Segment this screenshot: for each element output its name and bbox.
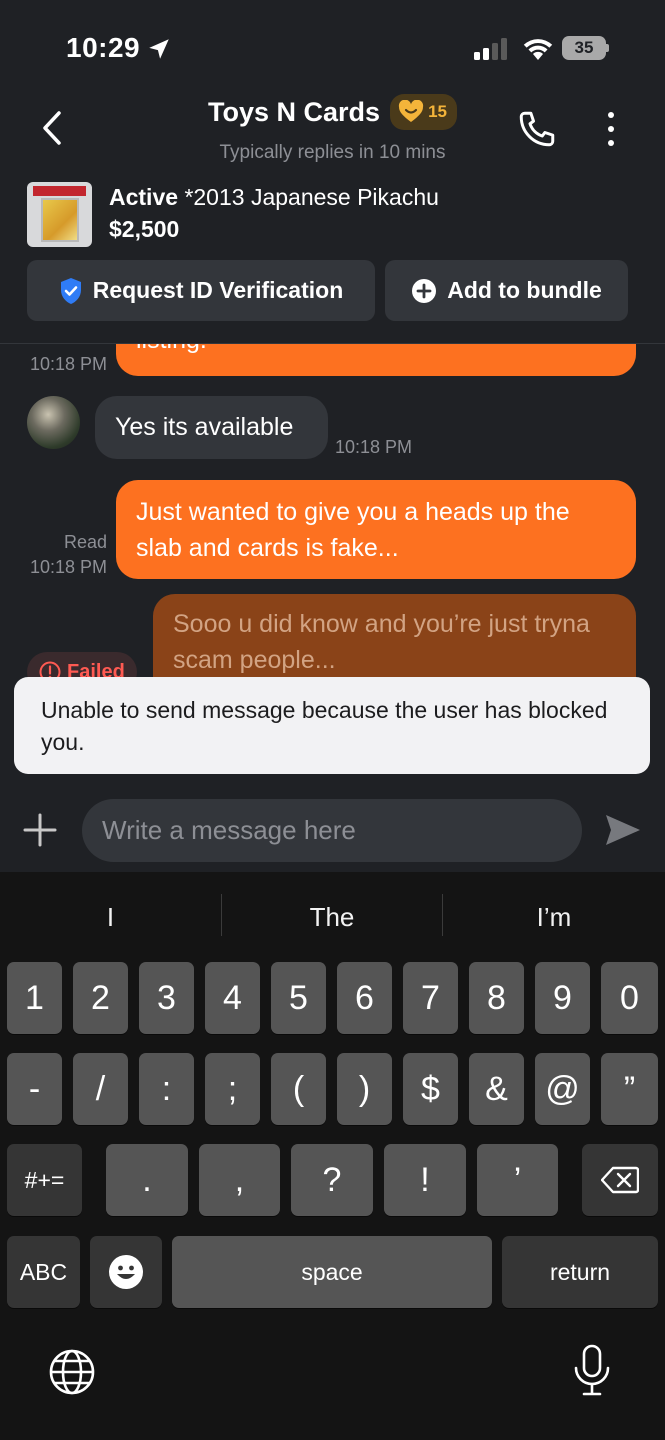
key-colon[interactable]: : — [139, 1053, 194, 1125]
status-bar: 10:29 35 — [0, 0, 665, 90]
dot-icon — [608, 112, 614, 118]
battery-indicator: 35 — [562, 36, 606, 60]
more-options-button[interactable] — [596, 108, 626, 150]
card-image — [41, 198, 79, 242]
key-question[interactable]: ? — [291, 1144, 373, 1216]
key-0[interactable]: 0 — [601, 962, 658, 1034]
suggestion-2[interactable]: The — [222, 892, 442, 942]
key-semicolon[interactable]: ; — [205, 1053, 260, 1125]
message-bubble-incoming[interactable]: Yes its available — [95, 396, 328, 459]
key-6[interactable]: 6 — [337, 962, 392, 1034]
read-receipt: Read 10:18 PM — [20, 530, 107, 580]
call-button[interactable] — [514, 106, 560, 152]
message-text: Sooo u did know and you’re just tryna sc… — [173, 610, 590, 674]
battery-tip — [606, 44, 609, 52]
key-at[interactable]: @ — [535, 1053, 590, 1125]
key-abc[interactable]: ABC — [7, 1236, 80, 1308]
bundle-label: Add to bundle — [447, 277, 602, 303]
key-dollar[interactable]: $ — [403, 1053, 458, 1125]
message-timestamp: 10:18 PM — [29, 354, 107, 374]
dot-icon — [608, 126, 614, 132]
listing-name: *2013 Japanese Pikachu — [184, 184, 439, 210]
seller-level-badge: 15 — [390, 94, 457, 130]
delete-key[interactable] — [582, 1144, 658, 1216]
read-label: Read — [63, 532, 107, 552]
message-timestamp: 10:18 PM — [335, 437, 413, 457]
microphone-icon[interactable] — [572, 1344, 612, 1398]
key-period[interactable]: . — [106, 1144, 188, 1216]
key-exclamation[interactable]: ! — [384, 1144, 466, 1216]
toast-message: Unable to send message because the user … — [41, 697, 608, 755]
message-bubble-outgoing[interactable]: listing. — [116, 344, 636, 376]
seller-name[interactable]: Toys N Cards — [208, 97, 380, 128]
listing-status: Active — [109, 184, 179, 210]
plus-circle-icon — [412, 278, 437, 303]
listing-price: $2,500 — [109, 216, 180, 242]
dot-icon — [608, 140, 614, 146]
keyboard: I The I’m 1 2 3 4 5 6 7 8 9 0 - / : ; ( … — [0, 872, 665, 1440]
send-button[interactable] — [603, 810, 643, 850]
chat-header: Toys N Cards 15 — [0, 94, 665, 130]
globe-icon[interactable] — [48, 1348, 96, 1396]
avatar[interactable] — [27, 396, 80, 449]
heart-smile-icon — [398, 100, 424, 122]
message-timestamp: 10:18 PM — [29, 557, 107, 577]
error-toast: Unable to send message because the user … — [14, 677, 650, 774]
key-apostrophe[interactable]: ’ — [477, 1144, 558, 1216]
key-7[interactable]: 7 — [403, 962, 458, 1034]
request-id-verification-button[interactable]: Request ID Verification — [27, 260, 375, 321]
key-2[interactable]: 2 — [73, 962, 128, 1034]
key-ampersand[interactable]: & — [469, 1053, 524, 1125]
emoji-key[interactable] — [90, 1236, 162, 1308]
key-slash[interactable]: / — [73, 1053, 128, 1125]
slab-label — [33, 186, 86, 196]
phone-icon — [519, 111, 555, 147]
key-more-symbols[interactable]: #+= — [7, 1144, 82, 1216]
status-time: 10:29 — [66, 32, 141, 63]
suggestion-3[interactable]: I’m — [443, 892, 665, 942]
emoji-icon — [109, 1255, 143, 1289]
key-9[interactable]: 9 — [535, 962, 590, 1034]
reply-time-subtitle: Typically replies in 10 mins — [219, 142, 446, 163]
verify-label: Request ID Verification — [92, 277, 344, 303]
badge-number: 15 — [428, 102, 447, 121]
add-to-bundle-button[interactable]: Add to bundle — [385, 260, 628, 321]
listing-title[interactable]: Active *2013 Japanese Pikachu — [109, 184, 439, 211]
key-quote[interactable]: ” — [601, 1053, 658, 1125]
key-8[interactable]: 8 — [469, 962, 524, 1034]
message-input[interactable] — [82, 799, 582, 862]
location-arrow-icon — [149, 39, 169, 59]
key-5[interactable]: 5 — [271, 962, 326, 1034]
listing-thumbnail[interactable] — [27, 182, 92, 247]
cellular-signal-icon — [474, 38, 507, 60]
key-4[interactable]: 4 — [205, 962, 260, 1034]
message-composer — [0, 774, 665, 872]
add-attachment-button[interactable] — [22, 812, 58, 848]
return-key[interactable]: return — [502, 1236, 658, 1308]
message-text: listing. — [136, 344, 207, 354]
message-text: Just wanted to give you a heads up the s… — [136, 498, 570, 562]
key-3[interactable]: 3 — [139, 962, 194, 1034]
space-key[interactable]: space — [172, 1236, 492, 1308]
key-1[interactable]: 1 — [7, 962, 62, 1034]
wifi-icon — [523, 39, 553, 60]
key-comma[interactable]: , — [199, 1144, 280, 1216]
key-hyphen[interactable]: - — [7, 1053, 62, 1125]
message-bubble-outgoing[interactable]: Just wanted to give you a heads up the s… — [116, 480, 636, 579]
key-close-paren[interactable]: ) — [337, 1053, 392, 1125]
shield-check-icon — [60, 277, 81, 304]
suggestion-1[interactable]: I — [0, 892, 221, 942]
key-open-paren[interactable]: ( — [271, 1053, 326, 1125]
backspace-icon — [601, 1166, 639, 1194]
message-text: Yes its available — [115, 413, 294, 441]
